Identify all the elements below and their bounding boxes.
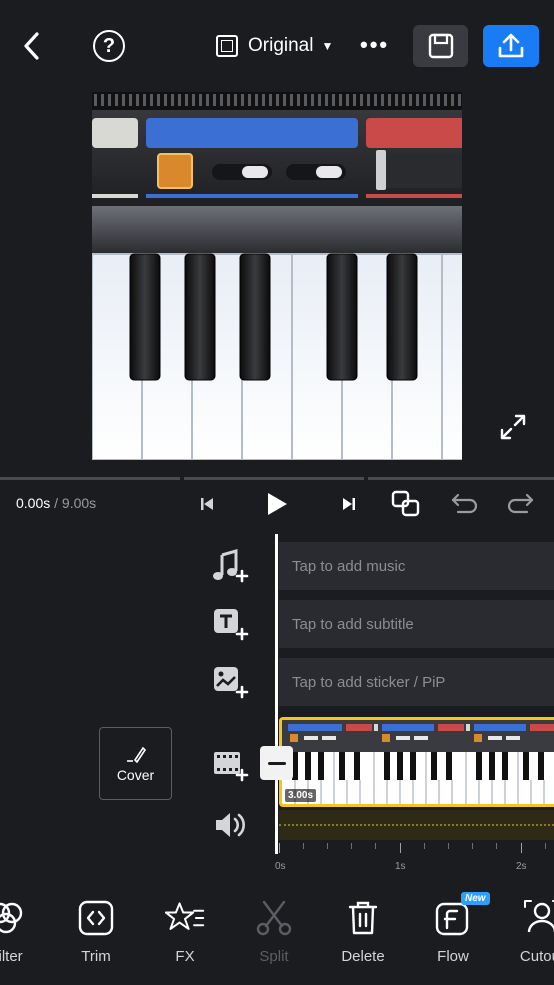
- tool-flow[interactable]: New Flow: [413, 892, 493, 965]
- undo-icon: [451, 493, 478, 514]
- keyframe-button[interactable]: [388, 490, 424, 518]
- transition-handle[interactable]: [260, 746, 293, 780]
- upload-icon: [498, 33, 524, 58]
- top-bar: ? Original ▼ •••: [0, 0, 554, 92]
- add-music-button[interactable]: [212, 549, 250, 583]
- total-time: / 9.00s: [50, 495, 97, 511]
- tool-filter[interactable]: Filter: [0, 898, 46, 965]
- back-button[interactable]: [16, 28, 48, 64]
- tool-delete[interactable]: Delete: [323, 898, 403, 965]
- music-track-lane[interactable]: Tap to add music: [279, 542, 554, 590]
- ruler-tick: [448, 843, 449, 849]
- skip-previous-button[interactable]: [196, 490, 218, 518]
- subtitle-placeholder: Tap to add subtitle: [292, 615, 414, 633]
- progress-bar[interactable]: [0, 477, 554, 480]
- subtitle-track-lane[interactable]: Tap to add subtitle: [279, 600, 554, 648]
- sticker-track-lane[interactable]: Tap to add sticker / PiP: [279, 658, 554, 706]
- audio-track-lane[interactable]: [279, 810, 554, 840]
- skip-previous-icon: [201, 498, 213, 510]
- image-add-icon: [214, 667, 249, 699]
- tool-cutout[interactable]: Cutout: [502, 898, 554, 965]
- trim-icon: [78, 900, 114, 936]
- undo-button[interactable]: [448, 490, 482, 518]
- ruler-label: 1s: [395, 861, 406, 872]
- music-placeholder: Tap to add music: [292, 557, 406, 575]
- ruler-tick: [351, 843, 352, 849]
- ruler-label: 0s: [275, 861, 286, 872]
- filter-icon: [0, 902, 23, 934]
- tool-label: FX: [175, 948, 195, 965]
- text-add-icon: [214, 609, 249, 641]
- current-time: 0.00s: [16, 495, 51, 511]
- ruler-tick: [472, 843, 473, 849]
- fx-star-icon: [165, 902, 205, 930]
- ruler-label: 2s: [516, 861, 527, 872]
- expand-icon: [500, 414, 526, 440]
- more-icon: •••: [360, 32, 390, 57]
- aspect-ratio-dropdown[interactable]: Original ▼: [216, 30, 333, 62]
- overlap-squares-icon: [391, 490, 420, 517]
- ruler-tick: [375, 843, 376, 849]
- clip-duration-badge: 3.00s: [285, 789, 317, 802]
- ruler-tick: [521, 843, 522, 853]
- export-button[interactable]: [483, 25, 539, 67]
- scissors-icon: [256, 900, 292, 936]
- clip-thumbnails: [282, 720, 554, 804]
- tool-label: Trim: [81, 948, 111, 965]
- play-icon: [268, 493, 287, 515]
- question-icon: ?: [102, 34, 116, 57]
- tool-trim[interactable]: Trim: [56, 898, 136, 965]
- time-display: 0.00s / 9.00s: [16, 495, 96, 511]
- chevron-left-icon: [24, 32, 39, 60]
- redo-button[interactable]: [503, 490, 537, 518]
- add-clip-button[interactable]: [212, 748, 250, 782]
- help-button[interactable]: ?: [93, 30, 125, 62]
- play-button[interactable]: [262, 490, 292, 518]
- ruler-tick: [279, 843, 280, 853]
- new-badge: New: [461, 892, 490, 905]
- ruler-tick: [545, 843, 546, 849]
- cover-button[interactable]: Cover: [99, 727, 172, 800]
- skip-next-button[interactable]: [338, 490, 360, 518]
- volume-button[interactable]: [212, 808, 250, 842]
- aspect-ratio-label: Original: [248, 35, 314, 56]
- tool-label: Filter: [0, 948, 23, 965]
- fullscreen-button[interactable]: [498, 412, 528, 442]
- add-sticker-button[interactable]: [212, 665, 250, 699]
- cutout-person-icon: [524, 900, 554, 933]
- skip-next-icon: [343, 498, 355, 510]
- redo-icon: [507, 493, 534, 514]
- speaker-icon: [216, 813, 245, 837]
- ruler-tick: [424, 843, 425, 849]
- playhead[interactable]: [275, 534, 278, 854]
- video-clip[interactable]: [279, 717, 554, 807]
- more-options-button[interactable]: •••: [360, 32, 389, 58]
- pencil-icon: [126, 746, 146, 763]
- caret-down-icon: ▼: [321, 39, 334, 53]
- ruler-tick: [327, 843, 328, 849]
- video-preview[interactable]: [92, 92, 462, 460]
- bottom-toolbar: Filter Trim FX Split Delete New Flow Cut…: [0, 890, 554, 985]
- trash-icon: [348, 901, 378, 935]
- film-add-icon: [214, 752, 249, 782]
- timeline-ruler: 0s 1s 2s: [275, 843, 554, 875]
- ruler-tick: [303, 843, 304, 849]
- tool-fx[interactable]: FX: [145, 898, 225, 965]
- save-draft-button[interactable]: [413, 25, 468, 67]
- tool-label: Cutout: [519, 948, 554, 965]
- tool-split[interactable]: Split: [234, 898, 314, 965]
- aspect-ratio-icon: [216, 35, 238, 57]
- sticker-placeholder: Tap to add sticker / PiP: [292, 673, 446, 691]
- tool-label: Flow: [437, 948, 469, 965]
- save-icon: [428, 33, 453, 59]
- tool-label: Split: [259, 948, 289, 965]
- ruler-tick: [400, 843, 401, 853]
- add-subtitle-button[interactable]: [212, 607, 250, 641]
- cover-label: Cover: [116, 766, 155, 783]
- tool-label: Delete: [341, 948, 385, 965]
- ruler-tick: [496, 843, 497, 849]
- music-add-icon: [213, 549, 249, 583]
- piano-frame-image: [92, 92, 462, 460]
